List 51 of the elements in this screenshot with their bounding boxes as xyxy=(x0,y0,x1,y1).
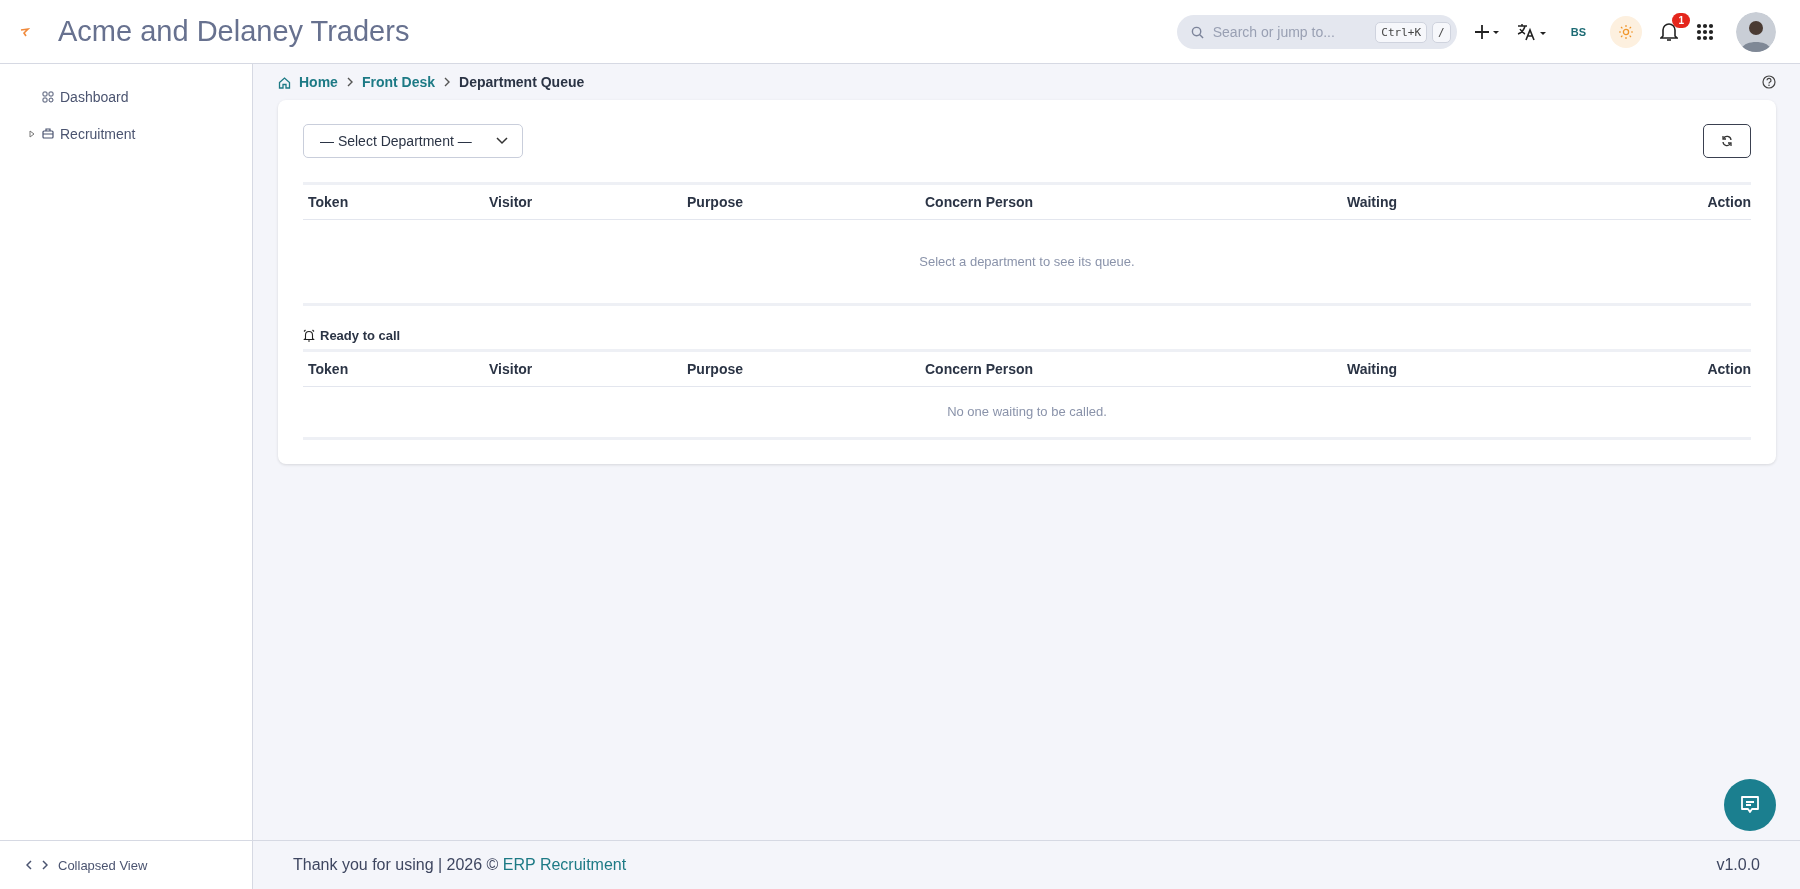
chat-icon xyxy=(1739,794,1761,816)
shortcut-key: Ctrl+K xyxy=(1375,21,1428,43)
column-header: Action xyxy=(1706,360,1751,379)
chat-button[interactable] xyxy=(1724,779,1776,831)
footer-link[interactable]: ERP Recruitment xyxy=(502,856,627,873)
column-header: Token xyxy=(307,360,350,379)
dashboard-icon xyxy=(42,90,54,103)
empty-message: No one waiting to be called. xyxy=(303,387,1751,440)
company-title: Acme and Delaney Traders xyxy=(58,15,411,48)
section-title: Ready to call xyxy=(320,328,401,343)
user-initials-button[interactable]: BS xyxy=(1564,24,1592,39)
logo-icon xyxy=(20,26,30,37)
avatar[interactable] xyxy=(1736,11,1776,52)
department-select[interactable]: — Select Department — xyxy=(303,124,523,158)
chevron-down-icon xyxy=(496,137,508,145)
column-header: Concern Person xyxy=(924,193,1035,212)
column-header: Action xyxy=(1706,193,1751,212)
version-label: v1.0.0 xyxy=(1716,856,1760,874)
refresh-button[interactable] xyxy=(1703,124,1751,158)
refresh-icon xyxy=(1721,135,1733,147)
footer-text: Thank you for using | 2026 © ERP Recruitment xyxy=(293,856,627,874)
bell-icon xyxy=(303,329,315,342)
breadcrumb-link[interactable]: Home xyxy=(299,74,338,90)
column-header: Token xyxy=(307,193,350,212)
chevrons-icon xyxy=(26,859,48,871)
search-icon xyxy=(1190,25,1204,39)
home-icon xyxy=(278,75,291,89)
column-header: Waiting xyxy=(1346,193,1399,212)
translate-button[interactable] xyxy=(1516,22,1547,41)
sidebar-item[interactable]: Recruitment xyxy=(0,115,252,152)
breadcrumb-current: Department Queue xyxy=(459,74,585,90)
sidebar-item[interactable]: Dashboard xyxy=(0,78,252,115)
collapse-toggle[interactable]: Collapsed View xyxy=(0,840,252,889)
chevron-icon xyxy=(345,77,354,87)
chevron-icon xyxy=(443,77,452,87)
sun-icon xyxy=(1619,24,1633,39)
column-header: Concern Person xyxy=(924,360,1035,379)
notification-badge: 1 xyxy=(1672,12,1690,28)
breadcrumb-link[interactable]: Front Desk xyxy=(361,74,436,90)
add-button[interactable] xyxy=(1474,23,1499,40)
column-header: Waiting xyxy=(1346,360,1399,379)
help-icon[interactable] xyxy=(1762,75,1776,89)
column-header: Visitor xyxy=(488,193,534,212)
notifications-button[interactable] xyxy=(1660,21,1678,42)
column-header: Purpose xyxy=(686,360,744,379)
column-header: Visitor xyxy=(488,360,534,379)
theme-toggle[interactable] xyxy=(1610,15,1642,48)
empty-message: Select a department to see its queue. xyxy=(303,220,1751,306)
briefcase-icon xyxy=(42,128,54,139)
apps-grid-icon[interactable] xyxy=(1696,22,1714,41)
column-header: Purpose xyxy=(686,193,744,212)
